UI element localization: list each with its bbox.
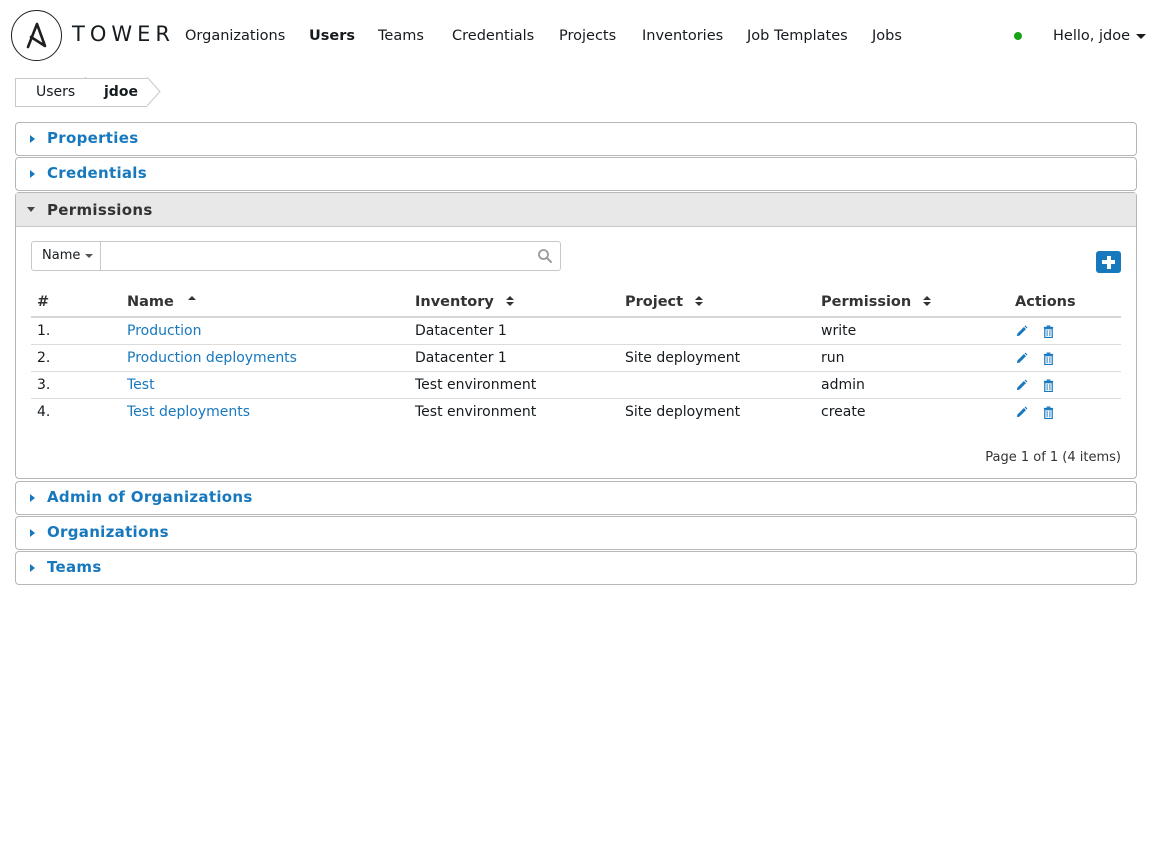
admin-orgs-panel-title: Admin of Organizations [47, 488, 253, 506]
col-project[interactable]: Project [625, 294, 704, 310]
row-inventory: Datacenter 1 [415, 323, 507, 339]
edit-pencil-icon[interactable] [1015, 352, 1028, 365]
col-index: # [37, 294, 50, 310]
row-permission: run [821, 350, 845, 366]
row-index: 2. [37, 350, 51, 366]
properties-panel-title: Properties [47, 129, 139, 147]
breadcrumb-users[interactable]: Users [15, 78, 85, 107]
permissions-panel-body: Name # Name Inventory Project Permission… [16, 228, 1136, 478]
add-permission-button[interactable] [1096, 251, 1121, 273]
delete-trash-icon[interactable] [1042, 352, 1055, 365]
delete-trash-icon[interactable] [1042, 379, 1055, 392]
nav-job-templates[interactable]: Job Templates [747, 28, 848, 44]
breadcrumb-current-user: jdoe [85, 78, 147, 107]
row-project: Site deployment [625, 404, 741, 420]
row-index: 4. [37, 404, 51, 420]
status-indicator-dot [1014, 32, 1022, 40]
row-index: 3. [37, 377, 51, 393]
col-inventory-label: Inventory [415, 294, 494, 310]
table-row: 2. Production deployments Datacenter 1 S… [31, 345, 1121, 372]
search-input[interactable] [100, 241, 561, 271]
nav-jobs[interactable]: Jobs [872, 28, 902, 44]
search-field-dropdown[interactable]: Name [31, 241, 101, 271]
caret-right-icon [30, 135, 35, 143]
tower-logo[interactable] [11, 10, 63, 62]
properties-panel-header[interactable]: Properties [16, 123, 1136, 155]
credentials-panel-header[interactable]: Credentials [16, 158, 1136, 190]
properties-panel: Properties [15, 122, 1137, 156]
ansible-a-icon [26, 22, 47, 49]
sort-icon [695, 295, 704, 307]
table-row: 1. Production Datacenter 1 write [31, 318, 1121, 345]
row-inventory: Test environment [415, 404, 537, 420]
edit-pencil-icon[interactable] [1015, 379, 1028, 392]
sort-asc-icon [187, 296, 196, 300]
delete-trash-icon[interactable] [1042, 406, 1055, 419]
row-inventory: Datacenter 1 [415, 350, 507, 366]
row-project: Site deployment [625, 350, 741, 366]
brand-name: TOWER [72, 22, 175, 46]
edit-pencil-icon[interactable] [1015, 325, 1028, 338]
caret-right-icon [30, 170, 35, 178]
admin-orgs-panel: Admin of Organizations [15, 481, 1137, 515]
row-name-link[interactable]: Test [127, 377, 155, 393]
col-name-label: Name [127, 294, 174, 310]
table-row: 3. Test Test environment admin [31, 372, 1121, 399]
credentials-panel-title: Credentials [47, 164, 147, 182]
delete-trash-icon[interactable] [1042, 325, 1055, 338]
caret-right-icon [30, 529, 35, 537]
organizations-panel-header[interactable]: Organizations [16, 517, 1136, 549]
col-inventory[interactable]: Inventory [415, 294, 514, 310]
admin-orgs-panel-header[interactable]: Admin of Organizations [16, 482, 1136, 514]
col-permission-label: Permission [821, 294, 912, 310]
chevron-down-icon [85, 253, 94, 258]
user-greeting: Hello, jdoe [1053, 28, 1130, 44]
nav-organizations[interactable]: Organizations [185, 28, 285, 44]
credentials-panel: Credentials [15, 157, 1137, 191]
row-name-link[interactable]: Production deployments [127, 350, 297, 366]
col-name[interactable]: Name [127, 294, 196, 310]
sort-icon [923, 295, 932, 307]
row-name-link[interactable]: Production [127, 323, 201, 339]
row-permission: admin [821, 377, 865, 393]
edit-pencil-icon[interactable] [1015, 406, 1028, 419]
nav-projects[interactable]: Projects [559, 28, 616, 44]
nav-credentials[interactable]: Credentials [452, 28, 534, 44]
nav-users[interactable]: Users [309, 28, 355, 44]
organizations-panel: Organizations [15, 516, 1137, 550]
table-header: # Name Inventory Project Permission Acti… [31, 288, 1121, 318]
teams-panel-header[interactable]: Teams [16, 552, 1136, 584]
row-permission: write [821, 323, 857, 339]
permissions-panel-header[interactable]: Permissions [16, 193, 1136, 227]
permissions-table: # Name Inventory Project Permission Acti… [31, 288, 1121, 426]
breadcrumb-end-icon [146, 77, 161, 106]
col-project-label: Project [625, 294, 684, 310]
search-icon[interactable] [537, 248, 553, 264]
row-name-link[interactable]: Test deployments [127, 404, 250, 420]
row-permission: create [821, 404, 866, 420]
col-actions: Actions [1015, 294, 1076, 310]
permissions-panel-title: Permissions [47, 201, 153, 219]
nav-inventories[interactable]: Inventories [642, 28, 723, 44]
col-permission[interactable]: Permission [821, 294, 932, 310]
table-row: 4. Test deployments Test environment Sit… [31, 399, 1121, 426]
top-navbar: TOWER Organizations Users Teams Credenti… [0, 0, 1152, 72]
pagination-info: Page 1 of 1 (4 items) [985, 450, 1121, 465]
teams-panel-title: Teams [47, 558, 102, 576]
organizations-panel-title: Organizations [47, 523, 169, 541]
chevron-down-icon [1136, 33, 1146, 39]
sort-icon [505, 295, 514, 307]
teams-panel: Teams [15, 551, 1137, 585]
caret-right-icon [30, 494, 35, 502]
permissions-panel: Permissions Name # Name Inventory Projec… [15, 192, 1137, 479]
row-index: 1. [37, 323, 51, 339]
user-menu[interactable]: Hello, jdoe [1053, 28, 1146, 44]
caret-right-icon [30, 564, 35, 572]
caret-down-icon [27, 207, 35, 212]
row-inventory: Test environment [415, 377, 537, 393]
nav-teams[interactable]: Teams [378, 28, 424, 44]
search-field-label: Name [42, 248, 81, 263]
